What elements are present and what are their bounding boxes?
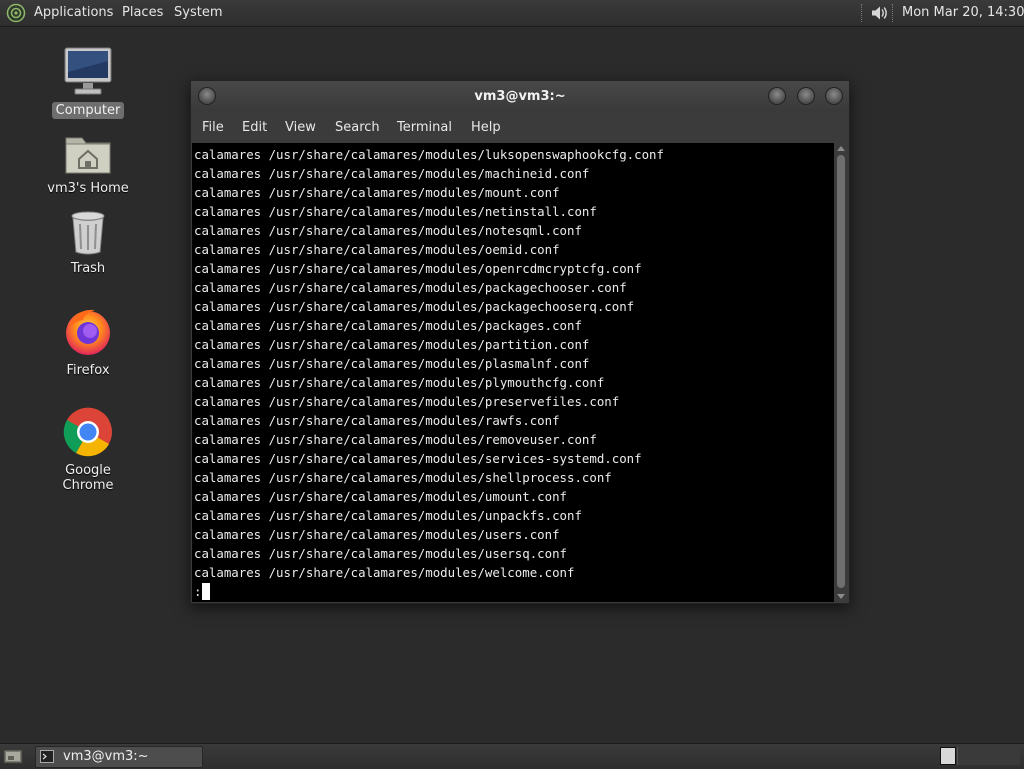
terminal-output[interactable]: calamares /usr/share/calamares/modules/l… <box>192 143 834 602</box>
terminal-line: calamares /usr/share/calamares/modules/s… <box>194 451 642 466</box>
menu-help[interactable]: Help <box>471 113 501 143</box>
close-button[interactable] <box>825 87 843 105</box>
desktop-icon-computer[interactable]: Computer <box>38 46 138 119</box>
places-menu[interactable]: Places <box>122 0 163 26</box>
scroll-up-arrow-icon[interactable] <box>837 146 845 151</box>
desktop-icon-trash[interactable]: Trash <box>38 210 138 277</box>
clock[interactable]: Mon Mar 20, 14:30 <box>902 0 1024 26</box>
desktop-icon-chrome[interactable]: Google Chrome <box>38 406 138 494</box>
menu-view[interactable]: View <box>285 113 316 143</box>
terminal-line: calamares /usr/share/calamares/modules/p… <box>194 375 605 390</box>
scroll-down-arrow-icon[interactable] <box>837 594 845 599</box>
terminal-line: calamares /usr/share/calamares/modules/u… <box>194 508 582 523</box>
terminal-icon <box>40 750 54 763</box>
terminal-line: calamares /usr/share/calamares/modules/p… <box>194 299 635 314</box>
terminal-line: calamares /usr/share/calamares/modules/l… <box>194 147 664 162</box>
terminal-line: calamares /usr/share/calamares/modules/r… <box>194 413 560 428</box>
terminal-line: calamares /usr/share/calamares/modules/p… <box>194 356 590 371</box>
terminal-line: calamares /usr/share/calamares/modules/u… <box>194 546 567 561</box>
terminal-line: calamares /usr/share/calamares/modules/n… <box>194 223 582 238</box>
top-panel: Applications Places System Mon Mar 20, 1… <box>0 0 1024 27</box>
desktop-icon-label: vm3's Home <box>47 181 129 196</box>
menu-terminal[interactable]: Terminal <box>397 113 452 143</box>
firefox-icon <box>66 309 110 355</box>
text-cursor <box>202 583 210 600</box>
terminal-line: calamares /usr/share/calamares/modules/p… <box>194 318 582 333</box>
desktop-icon-label: Computer <box>51 102 125 119</box>
terminal-scrollbar[interactable] <box>834 143 848 602</box>
chrome-icon <box>63 407 112 457</box>
terminal-prompt: : <box>194 584 202 599</box>
terminal-line: calamares /usr/share/calamares/modules/s… <box>194 470 612 485</box>
menu-search[interactable]: Search <box>335 113 380 143</box>
terminal-line: calamares /usr/share/calamares/modules/m… <box>194 166 590 181</box>
workspace-switcher-active[interactable] <box>940 747 956 765</box>
desktop-icon-label: Trash <box>70 261 106 276</box>
desktop-icon-label: Firefox <box>66 363 110 378</box>
workspace-switcher[interactable] <box>957 747 1020 765</box>
terminal-line: calamares /usr/share/calamares/modules/m… <box>194 185 560 200</box>
terminal-line: calamares /usr/share/calamares/modules/p… <box>194 280 627 295</box>
menu-file[interactable]: File <box>202 113 224 143</box>
panel-separator <box>861 4 864 22</box>
terminal-line: calamares /usr/share/calamares/modules/u… <box>194 489 567 504</box>
menu-edit[interactable]: Edit <box>242 113 267 143</box>
scrollbar-thumb[interactable] <box>837 155 845 588</box>
window-title: vm3@vm3:~ <box>474 89 566 104</box>
panel-separator <box>892 4 895 22</box>
show-desktop-icon[interactable] <box>3 748 23 765</box>
home-folder-icon <box>65 137 111 174</box>
terminal-line: calamares /usr/share/calamares/modules/w… <box>194 565 575 580</box>
taskbar-item-label: vm3@vm3:~ <box>63 749 149 764</box>
minimize-button[interactable] <box>768 87 786 105</box>
terminal-line: calamares /usr/share/calamares/modules/o… <box>194 242 560 257</box>
terminal-line: calamares /usr/share/calamares/modules/o… <box>194 261 642 276</box>
maximize-button[interactable] <box>797 87 815 105</box>
desktop-icon-label: Google Chrome <box>62 463 114 493</box>
terminal-line: calamares /usr/share/calamares/modules/p… <box>194 394 620 409</box>
terminal-line: calamares /usr/share/calamares/modules/n… <box>194 204 597 219</box>
desktop-icon-firefox[interactable]: Firefox <box>38 306 138 379</box>
terminal-menubar: File Edit View Search Terminal Help <box>191 113 849 143</box>
taskbar-item-terminal[interactable]: vm3@vm3:~ <box>35 746 203 768</box>
trash-icon <box>71 211 105 255</box>
system-menu[interactable]: System <box>174 0 222 26</box>
terminal-window[interactable]: vm3@vm3:~ File Edit View Search Terminal… <box>190 80 850 604</box>
computer-icon <box>64 47 112 95</box>
terminal-line: calamares /usr/share/calamares/modules/u… <box>194 527 560 542</box>
terminal-line: calamares /usr/share/calamares/modules/r… <box>194 432 597 447</box>
volume-icon[interactable] <box>869 3 889 23</box>
distro-logo-icon[interactable] <box>6 3 26 23</box>
title-bar[interactable]: vm3@vm3:~ <box>191 81 849 113</box>
terminal-line: calamares /usr/share/calamares/modules/p… <box>194 337 590 352</box>
desktop-icon-home[interactable]: vm3's Home <box>38 130 138 197</box>
bottom-panel: vm3@vm3:~ <box>0 743 1024 769</box>
applications-menu[interactable]: Applications <box>34 0 113 26</box>
